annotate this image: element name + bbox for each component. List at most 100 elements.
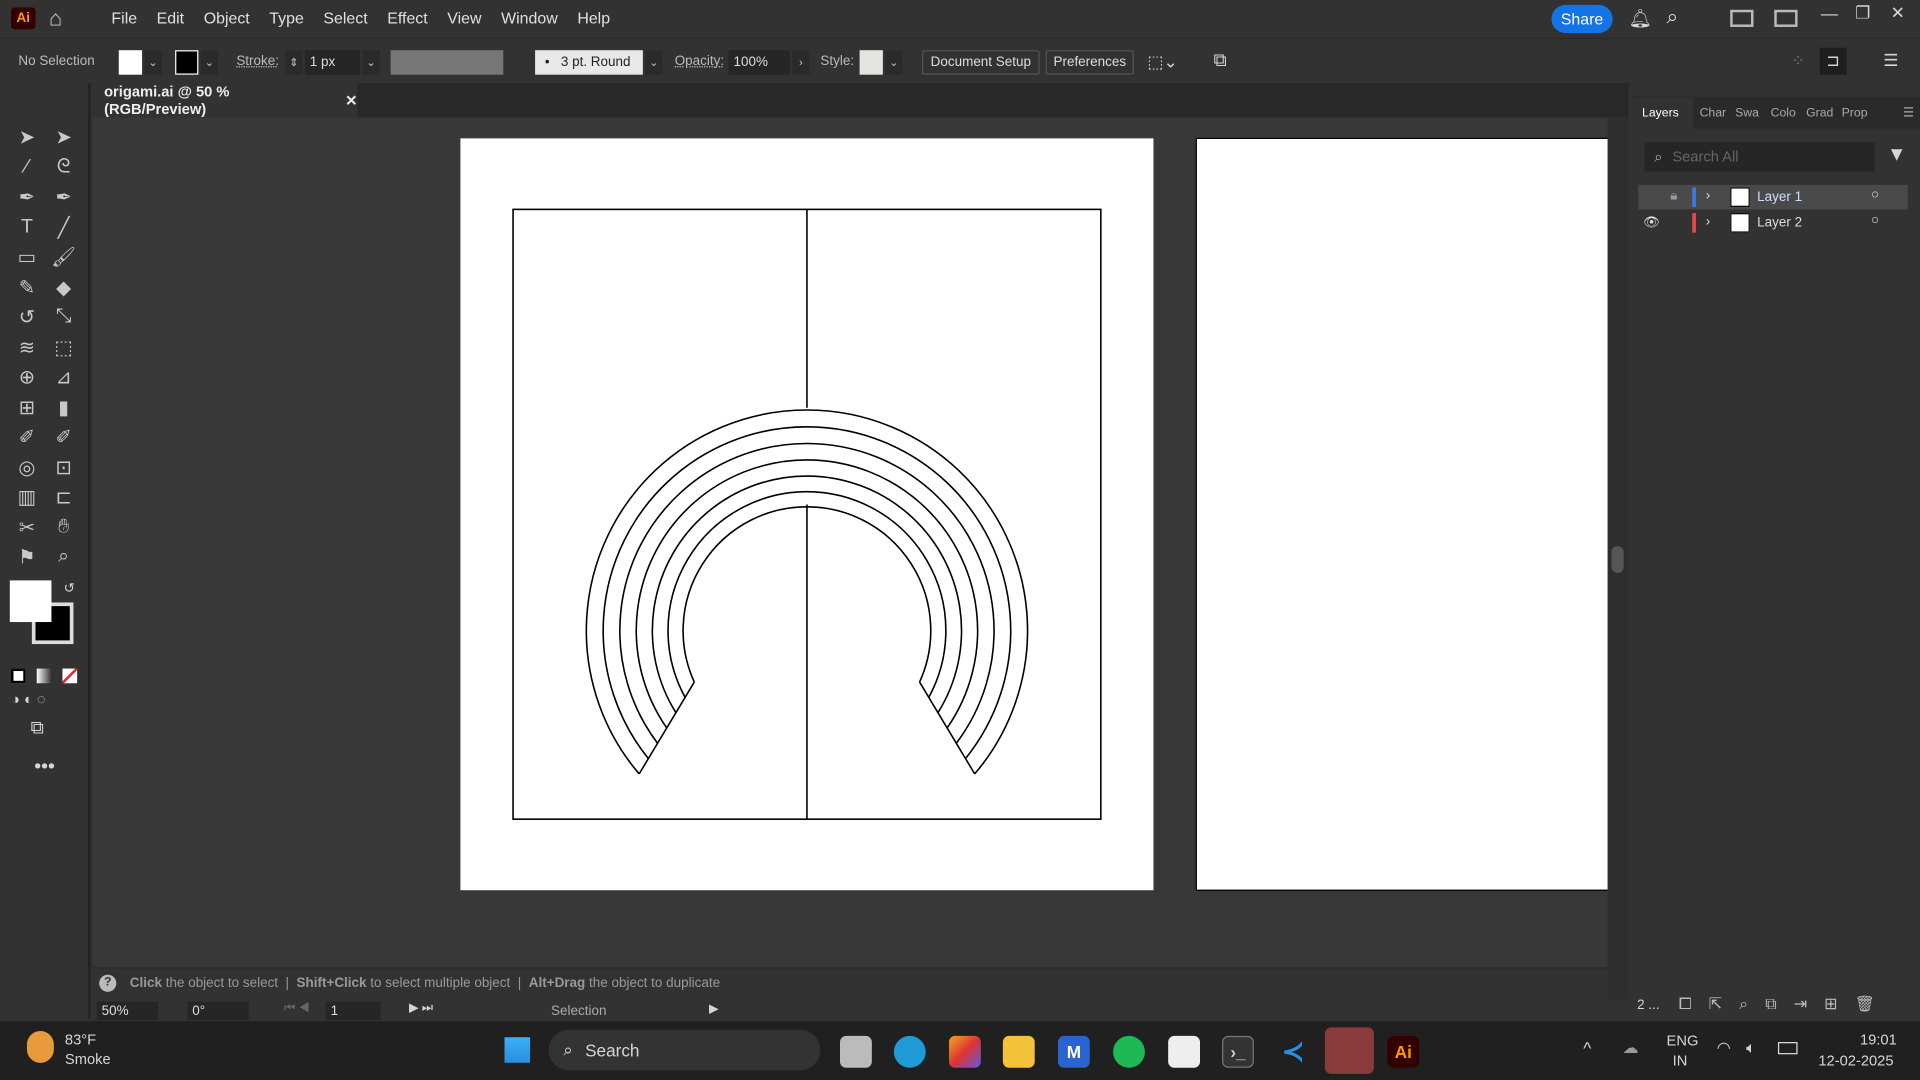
- shape-builder-icon[interactable]: ⊕: [12, 364, 41, 391]
- zoom-icon[interactable]: ⌕: [49, 544, 78, 571]
- mail-icon[interactable]: M: [1057, 1035, 1090, 1068]
- show-hidden-icons[interactable]: ^: [1583, 1038, 1591, 1058]
- eraser-icon[interactable]: ◆: [49, 274, 78, 301]
- panel-tab-prop[interactable]: Prop: [1836, 106, 1872, 119]
- expand-icon[interactable]: ›: [1706, 214, 1710, 229]
- menu-view[interactable]: View: [447, 9, 481, 27]
- restore-button[interactable]: ❐: [1855, 2, 1870, 23]
- menu-object[interactable]: Object: [204, 9, 250, 27]
- fill-swatch[interactable]: [118, 50, 143, 75]
- eyedropper-icon[interactable]: ✐: [12, 424, 41, 451]
- start-icon[interactable]: [502, 1034, 533, 1066]
- stroke-weight-dropdown[interactable]: ⌄: [362, 50, 380, 75]
- home-icon[interactable]: ⌂: [49, 6, 62, 32]
- warp-icon[interactable]: ≋: [12, 334, 41, 361]
- lock-icon[interactable]: 🔒︎: [1670, 189, 1677, 205]
- grid-icon[interactable]: ⁘: [1791, 51, 1804, 71]
- status-mode[interactable]: Selection: [551, 1004, 606, 1019]
- panel-tab-colo[interactable]: Colo: [1764, 106, 1800, 119]
- opacity-label[interactable]: Opacity:: [675, 54, 724, 69]
- type-icon[interactable]: T: [12, 214, 41, 241]
- document-tab[interactable]: origami.ai @ 50 % (RGB/Preview) ✕: [93, 83, 358, 118]
- brush-definition[interactable]: • 3 pt. Round: [535, 50, 643, 75]
- menu-edit[interactable]: Edit: [157, 9, 184, 27]
- help-icon[interactable]: ?: [99, 974, 117, 992]
- menu-window[interactable]: Window: [501, 9, 558, 27]
- panel-footer-icons[interactable]: ⧠⇱⌕⧉⇥⊞🗑︎: [1679, 994, 1892, 1014]
- blend-icon[interactable]: ◎: [12, 454, 41, 481]
- menu-file[interactable]: File: [111, 9, 137, 27]
- close-tab-icon[interactable]: ✕: [345, 92, 357, 109]
- layer-row[interactable]: 👁︎ › Layer 2 ○: [1638, 211, 1907, 235]
- panel-tab-grad[interactable]: Grad: [1800, 106, 1836, 119]
- rectangle-icon[interactable]: ▭: [12, 244, 41, 271]
- weather-temp[interactable]: 83°F: [65, 1031, 96, 1048]
- scale-icon[interactable]: ⤡: [49, 304, 78, 331]
- slice-icon[interactable]: ✂: [12, 514, 41, 541]
- opacity-field[interactable]: 100%: [728, 50, 790, 75]
- terminal-icon[interactable]: ›_: [1222, 1035, 1254, 1068]
- line-icon[interactable]: ╱: [49, 214, 78, 241]
- recolor-icon[interactable]: ⧉: [1213, 50, 1226, 71]
- weather-condition[interactable]: Smoke: [65, 1051, 111, 1068]
- preferences-button[interactable]: Preferences: [1045, 50, 1134, 75]
- illustrator-taskbar-icon[interactable]: Ai: [1387, 1035, 1420, 1068]
- visibility-icon[interactable]: 👁︎: [1643, 214, 1660, 231]
- search-icon[interactable]: ⌕: [1667, 5, 1679, 29]
- fill-color-large[interactable]: [9, 580, 52, 623]
- mesh-icon[interactable]: ⊞: [12, 394, 41, 421]
- status-menu-arrow[interactable]: ▶: [709, 1003, 718, 1016]
- close-button[interactable]: ✕: [1891, 2, 1905, 23]
- stroke-swatch[interactable]: [175, 50, 199, 75]
- gradient-icon[interactable]: ▮: [49, 394, 78, 421]
- layer-name[interactable]: Layer 2: [1757, 216, 1802, 231]
- store-icon[interactable]: [1168, 1035, 1201, 1068]
- column-graph-icon[interactable]: ▥: [12, 484, 41, 511]
- snap-icon[interactable]: ⊐: [1819, 47, 1847, 75]
- wifi-icon[interactable]: ◠: [1717, 1038, 1731, 1058]
- artboard-field[interactable]: 1: [325, 1001, 381, 1021]
- stroke-dropdown[interactable]: ⌄: [200, 50, 218, 75]
- draw-mode-icon[interactable]: ◑ ◐ ◌: [11, 691, 46, 708]
- hand-icon[interactable]: ✋︎: [49, 514, 78, 541]
- perspective-grid-icon[interactable]: ⊿: [49, 364, 78, 391]
- paintbrush-icon[interactable]: 🖌︎: [49, 244, 78, 271]
- minimize-button[interactable]: —: [1821, 4, 1838, 24]
- gradient-mode-icon[interactable]: [36, 668, 52, 684]
- magic-wand-icon[interactable]: ⁄: [12, 154, 41, 181]
- lasso-icon[interactable]: ᘓ: [49, 154, 78, 181]
- stroke-stepper[interactable]: ⇕: [285, 50, 303, 75]
- menu-effect[interactable]: Effect: [387, 9, 427, 27]
- edge-icon[interactable]: [893, 1035, 926, 1068]
- selection-icon[interactable]: ➤: [12, 124, 41, 151]
- artboard-icon[interactable]: ⊏: [49, 484, 78, 511]
- vertical-scrollbar[interactable]: [1607, 117, 1629, 1000]
- symbol-sprayer-icon[interactable]: ⊡: [49, 454, 78, 481]
- canvas[interactable]: [93, 117, 1608, 968]
- bell-icon[interactable]: 🔔︎: [1629, 7, 1652, 30]
- target-icon[interactable]: ○: [1871, 213, 1879, 228]
- select-similar-icon[interactable]: ⬚⌄: [1147, 51, 1178, 72]
- share-button[interactable]: Share: [1551, 4, 1613, 34]
- weather-icon[interactable]: [26, 1031, 54, 1063]
- layer-row[interactable]: 🔒︎ › Layer 1 ○: [1638, 184, 1908, 210]
- style-dropdown[interactable]: ⌄: [885, 50, 903, 75]
- scroll-thumb[interactable]: [1611, 546, 1624, 574]
- layers-search[interactable]: ⌕ Search All: [1644, 142, 1875, 172]
- expand-icon[interactable]: ›: [1706, 189, 1710, 204]
- copilot-icon[interactable]: [948, 1035, 981, 1068]
- shaper-icon[interactable]: ✎: [12, 274, 41, 301]
- brush-dropdown[interactable]: ⌄: [645, 50, 663, 75]
- more-tools-icon[interactable]: •••: [34, 757, 55, 779]
- panel-menu-icon[interactable]: ☰: [1883, 50, 1898, 71]
- zoom-field[interactable]: 50%: [96, 1001, 158, 1021]
- panel-menu-icon[interactable]: ☰: [1897, 106, 1920, 119]
- taskbar-search[interactable]: ⌕ Search: [548, 1029, 821, 1071]
- menu-help[interactable]: Help: [577, 9, 610, 27]
- panel-tab-swa[interactable]: Swa: [1729, 106, 1765, 119]
- stroke-weight-field[interactable]: 1 px: [304, 50, 361, 75]
- task-view-icon[interactable]: [840, 1035, 872, 1068]
- vscode-icon[interactable]: ≺: [1277, 1036, 1309, 1068]
- screen-mode-icon[interactable]: ⧉: [31, 718, 44, 739]
- file-explorer-icon[interactable]: [1002, 1035, 1035, 1068]
